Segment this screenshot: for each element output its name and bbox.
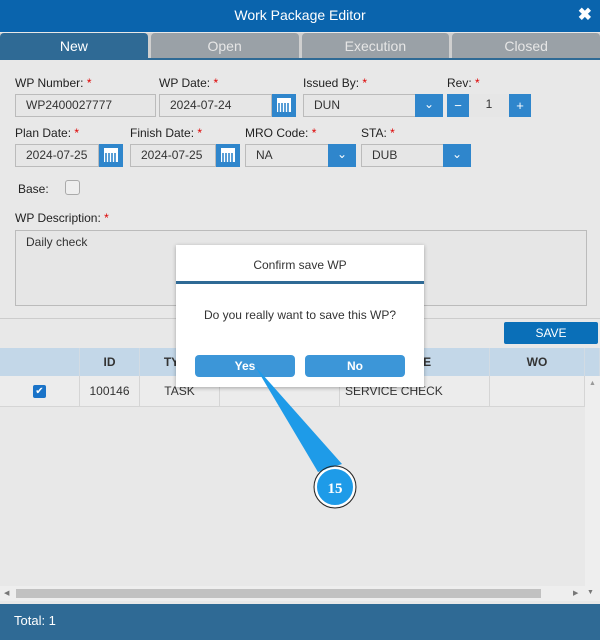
step-annotation: 15 (255, 366, 357, 509)
annotation-step-number: 15 (328, 481, 343, 497)
annotation-pointer (255, 366, 342, 472)
